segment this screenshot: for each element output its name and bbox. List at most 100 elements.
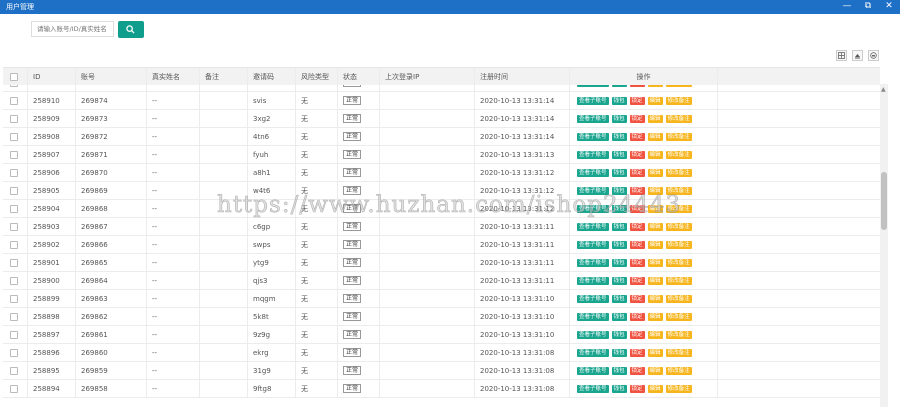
action-button-2[interactable]: 锁定 [629, 240, 645, 249]
action-button-1[interactable]: 钱包 [611, 240, 627, 249]
action-button-2[interactable]: 锁定 [629, 168, 645, 177]
action-button-4[interactable]: 修改备注 [665, 114, 692, 123]
table-row[interactable]: 258910 269874 -- svis 无正常 2020-10-13 13:31:14… [3, 92, 880, 110]
action-button-3[interactable]: 编辑 [647, 114, 663, 123]
action-button-2[interactable]: 锁定 [629, 312, 645, 321]
action-button-3[interactable]: 编辑 [647, 366, 663, 375]
action-button-1[interactable]: 钱包 [611, 222, 627, 231]
action-button-4[interactable]: 修改备注 [665, 330, 692, 339]
export-button[interactable] [852, 50, 863, 61]
action-button-0[interactable]: 查看子账号 [577, 168, 609, 177]
minimize-button[interactable]: — [841, 1, 853, 12]
column-header[interactable]: 风险类型 [296, 68, 338, 85]
action-button-4[interactable]: 修改备注 [665, 348, 692, 357]
action-button-3[interactable]: 编辑 [647, 132, 663, 141]
action-button-1[interactable]: 钱包 [611, 294, 627, 303]
action-button-1[interactable]: 钱包 [611, 258, 627, 267]
action-button-2[interactable]: 锁定 [629, 186, 645, 195]
action-button-1[interactable]: 钱包 [611, 312, 627, 321]
action-button-4[interactable]: 修改备注 [665, 258, 692, 267]
action-button-3[interactable]: 编辑 [647, 276, 663, 285]
table-row[interactable]: 258906 269870 -- a8h1 无正常 2020-10-13 13:31:12… [3, 164, 880, 182]
scroll-up-arrow-icon[interactable]: ▲ [881, 86, 886, 93]
row-checkbox[interactable] [10, 294, 18, 303]
action-button-3[interactable]: 编辑 [647, 330, 663, 339]
action-button-0[interactable]: 查看子账号 [577, 85, 609, 87]
row-checkbox[interactable] [10, 330, 18, 339]
action-button-3[interactable]: 编辑 [647, 294, 663, 303]
action-button-0[interactable]: 查看子账号 [577, 222, 609, 231]
action-button-0[interactable]: 查看子账号 [577, 150, 609, 159]
action-button-2[interactable]: 锁定 [629, 258, 645, 267]
action-button-4[interactable]: 修改备注 [665, 384, 692, 393]
action-button-3[interactable]: 编辑 [647, 222, 663, 231]
column-header[interactable]: 状态 [338, 68, 380, 85]
action-button-1[interactable]: 钱包 [611, 114, 627, 123]
action-button-4[interactable]: 修改备注 [665, 222, 692, 231]
action-button-3[interactable]: 编辑 [647, 150, 663, 159]
action-button-2[interactable]: 锁定 [629, 222, 645, 231]
action-button-4[interactable]: 修改备注 [665, 96, 692, 105]
vertical-scrollbar[interactable]: ▲ [880, 84, 888, 407]
action-button-0[interactable]: 查看子账号 [577, 348, 609, 357]
row-checkbox[interactable] [10, 312, 18, 321]
row-checkbox[interactable] [10, 132, 18, 141]
action-button-2[interactable]: 锁定 [629, 132, 645, 141]
table-row[interactable]: 258907 269871 -- fyuh 无正常 2020-10-13 13:31:13… [3, 146, 880, 164]
row-checkbox[interactable] [10, 222, 18, 231]
action-button-3[interactable]: 编辑 [647, 204, 663, 213]
action-button-2[interactable]: 锁定 [629, 294, 645, 303]
action-button-1[interactable]: 钱包 [611, 96, 627, 105]
column-header[interactable]: ID [28, 68, 76, 85]
action-button-0[interactable]: 查看子账号 [577, 384, 609, 393]
action-button-2[interactable]: 锁定 [629, 384, 645, 393]
action-button-0[interactable]: 查看子账号 [577, 186, 609, 195]
action-button-3[interactable]: 编辑 [647, 384, 663, 393]
action-button-2[interactable]: 锁定 [629, 276, 645, 285]
action-button-3[interactable]: 编辑 [647, 96, 663, 105]
restore-button[interactable]: ⧉ [862, 1, 874, 12]
column-header[interactable]: 备注 [200, 68, 248, 85]
row-checkbox[interactable] [10, 114, 18, 123]
action-button-1[interactable]: 钱包 [611, 384, 627, 393]
print-button[interactable] [868, 50, 879, 61]
action-button-3[interactable]: 编辑 [647, 85, 663, 87]
row-checkbox[interactable] [10, 150, 18, 159]
action-button-4[interactable]: 修改备注 [665, 312, 692, 321]
table-row[interactable]: 258896 269860 -- ekrg 无正常 2020-10-13 13:31:08… [3, 344, 880, 362]
action-button-0[interactable]: 查看子账号 [577, 312, 609, 321]
row-checkbox[interactable] [10, 258, 18, 267]
action-button-1[interactable]: 钱包 [611, 150, 627, 159]
row-checkbox[interactable] [10, 366, 18, 375]
row-checkbox[interactable] [10, 240, 18, 249]
search-button[interactable] [118, 21, 144, 38]
action-button-3[interactable]: 编辑 [647, 186, 663, 195]
action-button-4[interactable]: 修改备注 [665, 150, 692, 159]
row-checkbox[interactable] [10, 96, 18, 105]
action-button-0[interactable]: 查看子账号 [577, 366, 609, 375]
scrollbar-thumb[interactable] [881, 172, 887, 230]
action-button-1[interactable]: 钱包 [611, 348, 627, 357]
table-row[interactable]: 258899 269863 -- mqgm 无正常 2020-10-13 13:31:10… [3, 290, 880, 308]
action-button-1[interactable]: 钱包 [611, 186, 627, 195]
action-button-2[interactable]: 锁定 [629, 96, 645, 105]
row-checkbox[interactable] [10, 276, 18, 285]
action-button-4[interactable]: 修改备注 [665, 85, 692, 87]
action-button-4[interactable]: 修改备注 [665, 168, 692, 177]
row-checkbox[interactable] [10, 204, 18, 213]
action-button-2[interactable]: 锁定 [629, 330, 645, 339]
table-row[interactable]: 258897 269861 -- 9z9g 无正常 2020-10-13 13:31:10… [3, 326, 880, 344]
row-checkbox[interactable] [10, 168, 18, 177]
column-header[interactable]: 账号 [76, 68, 147, 85]
row-checkbox[interactable] [10, 348, 18, 357]
table-row[interactable]: 258901 269865 -- ytg9 无正常 2020-10-13 13:31:11… [3, 254, 880, 272]
table-row[interactable]: 258904 269868 -- 无正常 2020-10-13 13:31:12 查看子账… [3, 200, 880, 218]
table-row[interactable]: 258895 269859 -- 31g9 无正常 2020-10-13 13:31:08… [3, 362, 880, 380]
action-button-1[interactable]: 钱包 [611, 85, 627, 87]
action-button-0[interactable]: 查看子账号 [577, 276, 609, 285]
action-button-1[interactable]: 钱包 [611, 132, 627, 141]
action-button-1[interactable]: 钱包 [611, 204, 627, 213]
row-checkbox[interactable] [10, 384, 18, 393]
column-header[interactable]: 邀请码 [248, 68, 296, 85]
table-row[interactable]: 正常 查看子账号钱包锁定编辑修改备注 [3, 85, 880, 92]
